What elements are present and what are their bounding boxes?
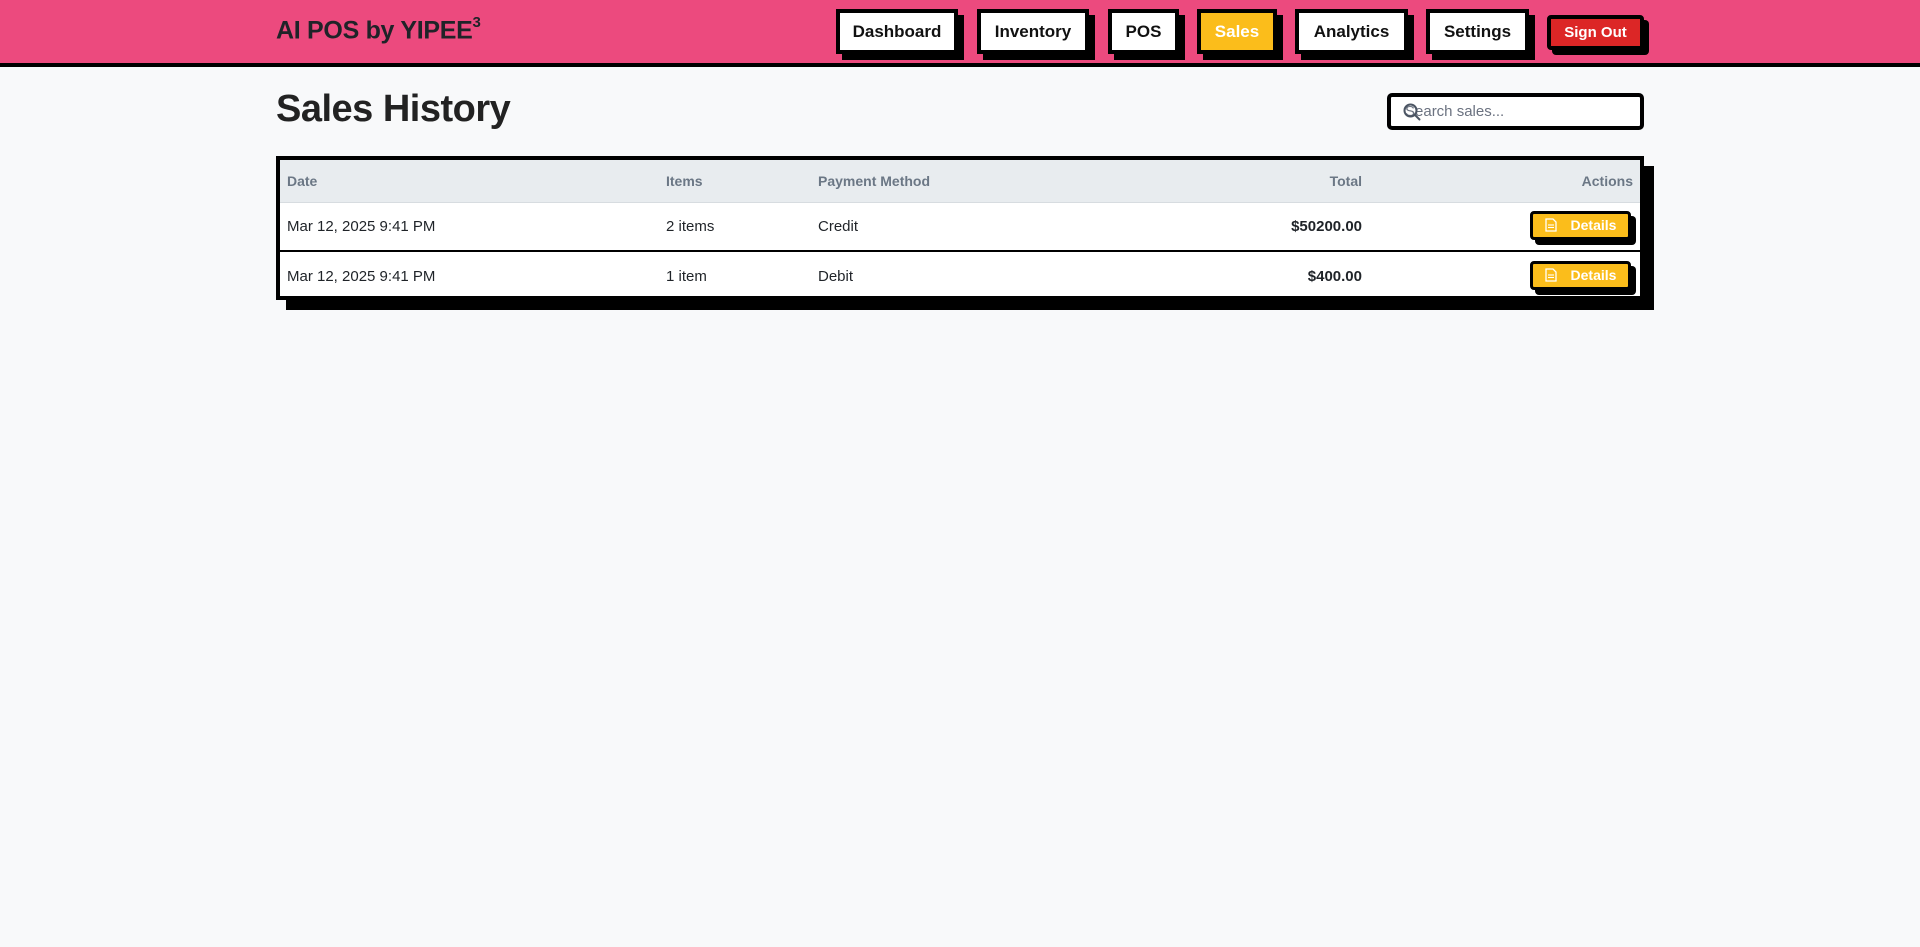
details-button[interactable]: Details — [1530, 210, 1631, 240]
header-items: Items — [659, 160, 811, 203]
cell-date: Mar 12, 2025 9:41 PM — [280, 250, 659, 300]
nav-item-pos[interactable]: POS — [1108, 9, 1179, 54]
cell-payment-method: Credit — [818, 217, 859, 235]
nav-item-analytics[interactable]: Analytics — [1295, 9, 1408, 54]
header-actions: Actions — [1362, 160, 1640, 203]
header-payment-method: Payment Method — [811, 160, 1141, 203]
nav-item-settings[interactable]: Settings — [1426, 9, 1529, 54]
table-row: Mar 12, 2025 9:41 PM 1 item Debit $400.0… — [280, 250, 1640, 300]
sign-out-button[interactable]: Sign Out — [1547, 15, 1644, 50]
document-icon — [1544, 268, 1557, 282]
cell-payment-method: Debit — [811, 250, 1141, 300]
details-button-label: Details — [1570, 217, 1617, 234]
search-input[interactable] — [1391, 97, 1640, 126]
nav-item-dashboard[interactable]: Dashboard — [836, 9, 958, 54]
sales-table-card: Date Items Payment Method Total Actions … — [276, 156, 1644, 300]
cell-total: $50200.00 — [1291, 217, 1362, 235]
brand-logo[interactable]: AI POS by YIPEE3 — [276, 14, 481, 45]
table-header-row: Date Items Payment Method Total Actions — [280, 160, 1640, 203]
details-button-label: Details — [1570, 267, 1617, 283]
brand-name: AI POS by YIPEE — [276, 16, 473, 45]
header-total: Total — [1141, 160, 1362, 203]
brand-superscript: 3 — [472, 14, 481, 31]
cell-date: Mar 12, 2025 9:41 PM — [287, 217, 436, 235]
table-row: Mar 12, 2025 9:41 PM 2 items Credit $502… — [280, 202, 1640, 251]
top-navbar: AI POS by YIPEE3 Dashboard Inventory POS… — [0, 0, 1920, 67]
sales-table: Date Items Payment Method Total Actions … — [280, 160, 1640, 300]
document-icon — [1544, 218, 1557, 232]
cell-actions: Details — [1362, 250, 1640, 300]
nav-item-sales[interactable]: Sales — [1197, 9, 1277, 54]
cell-items: 1 item — [659, 250, 811, 300]
nav-item-inventory[interactable]: Inventory — [977, 9, 1089, 54]
cell-items: 2 items — [666, 217, 715, 235]
cell-total: $400.00 — [1141, 250, 1362, 300]
page-title: Sales History — [276, 88, 511, 130]
details-button[interactable]: Details — [1530, 260, 1631, 290]
search-box — [1387, 93, 1644, 130]
cell-actions: Details — [1362, 202, 1640, 251]
header-date: Date — [280, 160, 659, 203]
